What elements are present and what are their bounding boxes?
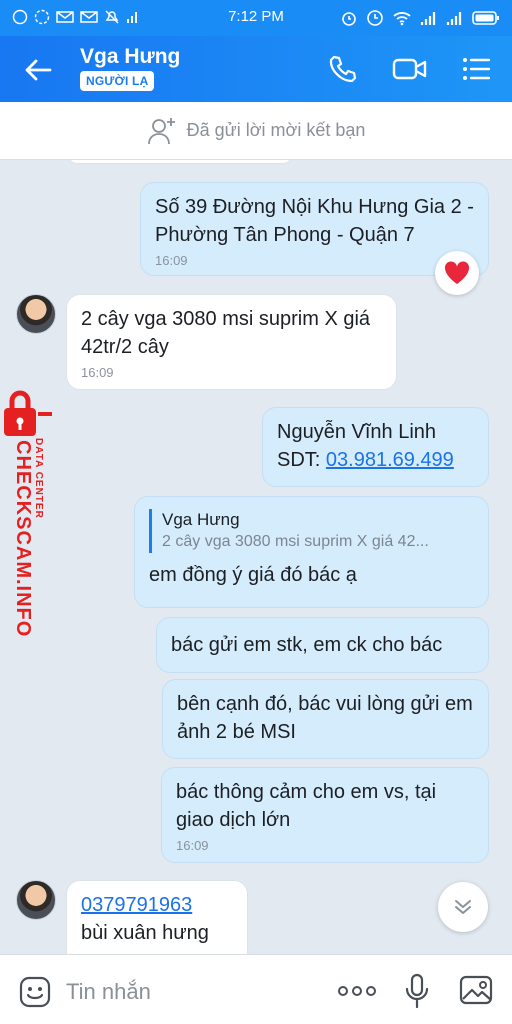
scroll-to-bottom-button[interactable] (438, 882, 488, 932)
message-text: bên cạnh đó, bác vui lòng gửi em ảnh 2 b… (177, 693, 473, 743)
quoted-message[interactable]: Vga Hưng 2 cây vga 3080 msi suprim X giá… (149, 509, 474, 553)
message-bubble-outgoing[interactable]: bác thông cảm cho em vs, tại giao dịch l… (161, 767, 489, 863)
battery-icon (472, 11, 499, 25)
message-input-bar: Tin nhắn (0, 954, 512, 1024)
checkscam-watermark: CHECKSCAM.INFO DATA CENTER (0, 388, 58, 638)
message-time: 16:09 (81, 365, 114, 380)
message-time: 16:09 (176, 838, 209, 853)
message-bubble-partial (66, 160, 294, 164)
phone-line: SDT: 03.981.69.499 (277, 446, 474, 474)
chevron-down-icon (455, 900, 471, 914)
chat-header: Vga Hưng NGƯỜI LẠ (0, 36, 512, 102)
lock-logo-icon (4, 390, 52, 436)
menu-icon[interactable] (460, 53, 492, 85)
message-time: 16:09 (155, 253, 188, 268)
image-gallery-icon[interactable] (458, 973, 494, 1007)
contact-name[interactable]: Vga Hưng (80, 45, 180, 69)
watermark-brand: CHECKSCAM.INFO (12, 440, 34, 638)
quoted-text: 2 cây vga 3080 msi suprim X giá 42... (162, 533, 429, 550)
clock-icon (367, 10, 383, 26)
signal-icon-2 (446, 12, 462, 25)
system-icons (340, 9, 500, 27)
more-options-icon[interactable] (336, 983, 378, 999)
message-text: bác thông cảm cho em vs, tại giao dịch l… (176, 781, 437, 831)
friend-request-bar: Đã gửi lời mời kết bạn (0, 102, 512, 160)
video-call-icon[interactable] (392, 53, 428, 85)
friend-request-text: Đã gửi lời mời kết bạn (186, 120, 366, 140)
message-bubble-reply[interactable]: Vga Hưng 2 cây vga 3080 msi suprim X giá… (134, 496, 489, 608)
message-list[interactable]: Số 39 Đường Nội Khu Hưng Gia 2 - Phường … (0, 160, 512, 954)
wifi-icon (393, 12, 411, 26)
microphone-icon[interactable] (404, 973, 430, 1009)
message-input[interactable]: Tin nhắn (66, 979, 151, 1005)
stranger-badge: NGƯỜI LẠ (80, 71, 155, 91)
phone-number-link[interactable]: 03.981.69.499 (326, 449, 454, 471)
contact-avatar[interactable] (16, 880, 56, 920)
sticker-emoji-icon[interactable] (18, 975, 52, 1009)
message-text: 2 cây vga 3080 msi suprim X giá 42tr/2 c… (81, 308, 371, 358)
contact-avatar[interactable] (16, 294, 56, 334)
status-bar: 7:12 PM (0, 0, 512, 36)
sdt-label: SDT: (277, 449, 326, 471)
message-bubble-outgoing[interactable]: bác gửi em stk, em ck cho bác (156, 617, 489, 673)
message-text: bác gửi em stk, em ck cho bác (171, 634, 443, 656)
message-bubble-incoming[interactable]: 2 cây vga 3080 msi suprim X giá 42tr/2 c… (66, 294, 397, 390)
signal-icon (420, 12, 436, 25)
message-bubble-outgoing[interactable]: bên cạnh đó, bác vui lòng gửi em ảnh 2 b… (162, 679, 489, 759)
back-arrow-icon[interactable] (20, 52, 56, 88)
quoted-sender: Vga Hưng (162, 510, 240, 529)
phone-call-icon[interactable] (326, 53, 358, 85)
add-friend-icon (147, 117, 175, 144)
message-text: Số 39 Đường Nội Khu Hưng Gia 2 - Phường … (155, 196, 474, 246)
heart-reaction-icon[interactable] (435, 251, 479, 295)
message-text: em đồng ý giá đó bác ạ (149, 564, 357, 586)
phone-number-link[interactable]: 0379791963 (81, 891, 233, 919)
message-bubble-outgoing[interactable]: Nguyễn Vĩnh Linh SDT: 03.981.69.499 (262, 407, 489, 487)
alarm-icon (342, 12, 356, 26)
watermark-subtitle: DATA CENTER (33, 438, 44, 519)
message-bubble-incoming[interactable]: 0379791963 bùi xuân hưng (66, 880, 248, 954)
message-text: Nguyễn Vĩnh Linh (277, 421, 437, 443)
message-text: bùi xuân hưng (81, 922, 209, 944)
